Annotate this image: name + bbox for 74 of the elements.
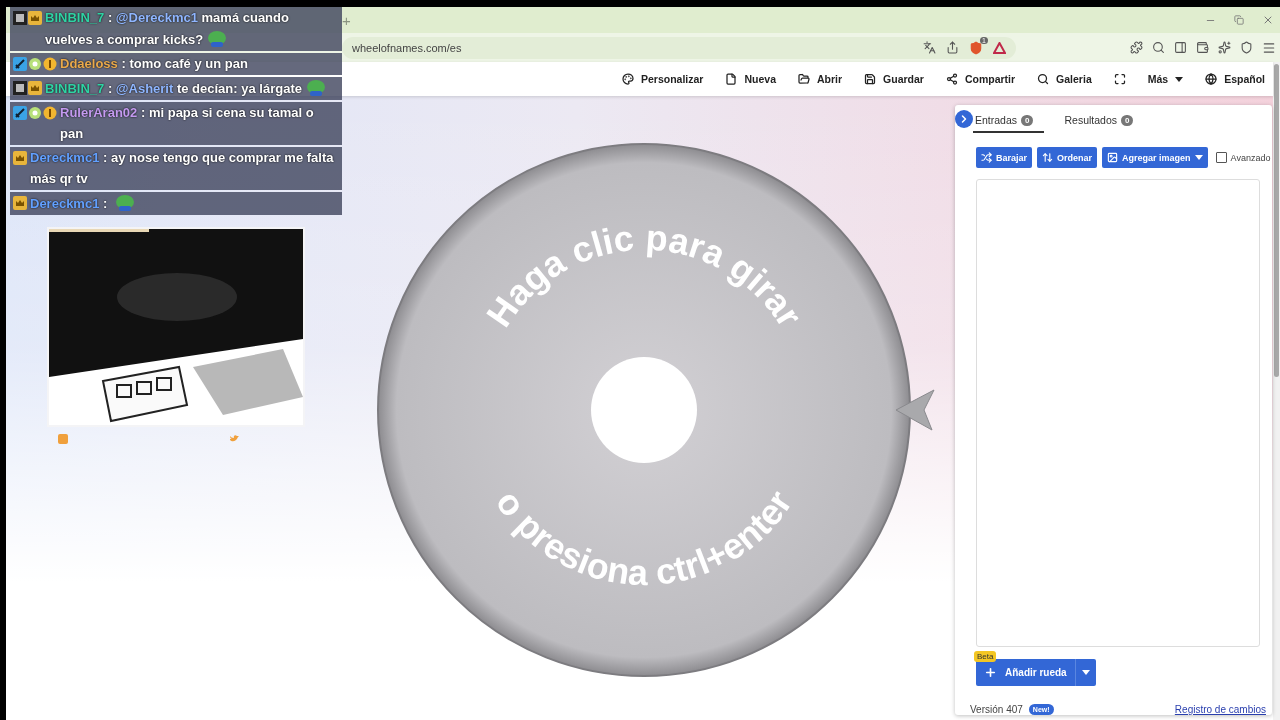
action-button[interactable]: Barajar [976,147,1033,168]
count-badge: 0 [1121,114,1134,126]
version-text: Versión 407 [970,704,1023,715]
shuffle-icon [981,152,992,163]
checker-badge-icon [13,11,27,25]
nav-link[interactable]: Nueva [725,73,776,85]
pointer-icon [895,389,935,431]
action-button[interactable]: Ordenar [1037,147,1098,168]
share-icon [945,73,958,85]
crown-badge-icon [28,81,42,95]
nav-link[interactable]: Personalizar [622,73,704,85]
sidebar-icon[interactable] [1174,41,1187,54]
shield-outline-icon[interactable] [1240,41,1253,54]
chat-message: Dereckmc1 : ay nose tengo que comprar me falta más qr tv [30,149,335,188]
coin-badge-icon [43,57,57,71]
collapse-button[interactable] [955,110,973,128]
palette-icon [622,73,634,85]
flower-badge-icon [28,106,42,120]
sparkle-icon[interactable] [1218,41,1231,54]
close-icon[interactable] [1262,14,1274,26]
action-button[interactable]: Agregar imagen [1102,147,1208,168]
nav-link[interactable]: Abrir [797,73,843,85]
menu-icon[interactable] [1262,40,1276,55]
fullscreen-icon [1113,73,1126,85]
sword-badge-icon [13,106,27,120]
puzzle-icon[interactable] [1130,41,1143,54]
sort-icon [1042,152,1054,163]
bird-icon [229,434,239,444]
image-icon [1107,152,1119,163]
crown-badge-icon [28,11,42,25]
nav-link[interactable]: Guardar [864,73,924,85]
globe-icon [1205,73,1218,85]
search-icon [1037,73,1050,85]
plus-icon [984,666,997,679]
caret-icon [1081,670,1090,675]
caret-icon [1194,155,1203,160]
fullscreen-button[interactable] [1113,73,1126,85]
folder-icon [797,73,810,85]
chat-message: BINBIN_7 : @Asherit te decían: ya lárgate [45,77,326,99]
nav-link[interactable]: Galeria [1037,73,1092,85]
panel-tab[interactable]: Entradas 0 [973,109,1045,133]
nav-link[interactable]: Compartir [945,73,1016,85]
coin-badge-icon [43,106,57,120]
advanced-checkbox[interactable] [1215,152,1227,163]
entries-field[interactable] [976,179,1260,647]
changelog-link[interactable]: Registro de cambios [1174,704,1266,715]
url-text: wheelofnames.com/es [352,41,462,54]
nav-link[interactable]: Español [1205,73,1265,85]
triangle-icon[interactable] [993,41,1006,54]
translate-icon[interactable] [923,41,936,54]
caret-icon [1175,76,1184,82]
chat-message: Dereckmc1 : [30,192,135,214]
file-icon [725,73,738,85]
restore-icon[interactable] [1234,15,1244,25]
search-icon[interactable] [1152,41,1165,54]
chat-message: Ddaeloss : tomo café y un pan [60,55,248,73]
checker-badge-icon [13,81,27,95]
add-wheel-button[interactable]: Añadir rueda [976,659,1075,686]
count-badge: 0 [1021,114,1034,126]
crown-badge-icon [13,196,27,210]
checkbox-label: Avanzado [1230,152,1271,163]
wallet-icon[interactable] [1196,41,1209,54]
save-icon [864,73,877,85]
chat-message: BINBIN_7 : @Dereckmc1 mamá cuando vuelves a comprar kicks? [45,9,290,50]
nav-link[interactable]: Más [1147,73,1184,85]
square-social-icon [58,434,68,444]
panel-tab[interactable]: Resultados 0 [1054,109,1145,133]
shield-icon[interactable] [969,40,983,55]
sword-badge-icon [13,57,27,71]
share-icon[interactable] [946,41,959,54]
beta-tag: Beta [974,651,997,662]
add-wheel-dropdown[interactable] [1074,659,1096,686]
flower-badge-icon [28,57,42,71]
crown-badge-icon [13,151,27,165]
